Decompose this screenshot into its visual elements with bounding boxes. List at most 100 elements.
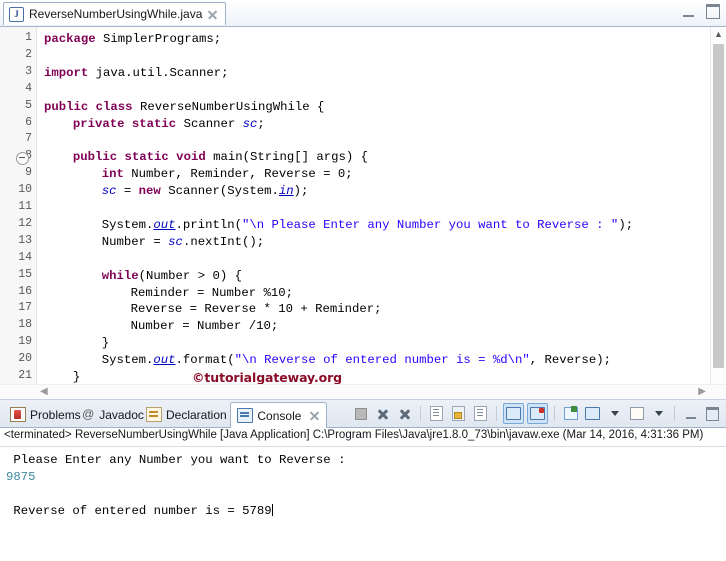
code-editor[interactable]: 12345678910111213141516171819202122 pack… xyxy=(0,27,726,400)
code-token: main(String[] args) { xyxy=(213,150,369,165)
maximize-icon xyxy=(706,406,719,421)
declaration-icon xyxy=(146,407,162,422)
code-token: sc xyxy=(101,184,117,199)
chevron-down-icon xyxy=(654,411,663,416)
javadoc-at-icon: @ xyxy=(82,407,95,421)
show-console-on-error-button[interactable] xyxy=(527,403,548,424)
bottom-tab-javadoc[interactable]: @ Javadoc xyxy=(75,403,150,426)
code-token: Scanner xyxy=(183,116,243,131)
console-out-icon xyxy=(506,407,521,420)
line-number: 3 xyxy=(25,64,32,78)
open-console-dropdown[interactable] xyxy=(649,404,668,423)
toolbar-separator xyxy=(496,406,497,421)
eclipse-ide-window: J ReverseNumberUsingWhile.java 123456789… xyxy=(0,0,726,561)
code-token: ; xyxy=(257,116,265,131)
line-number: 16 xyxy=(18,284,32,298)
minimize-panel-button[interactable] xyxy=(681,404,700,423)
clear-console-button[interactable] xyxy=(427,404,446,423)
line-number: 21 xyxy=(18,369,32,382)
code-token: out xyxy=(153,353,176,368)
display-selected-console-button[interactable] xyxy=(583,404,602,423)
line-number: 13 xyxy=(18,233,32,247)
code-token: new xyxy=(138,184,169,199)
java-file-icon: J xyxy=(9,6,24,22)
line-number: 10 xyxy=(18,183,32,197)
open-console-button[interactable] xyxy=(627,404,646,423)
display-selected-console-dropdown[interactable] xyxy=(605,404,624,423)
close-icon[interactable] xyxy=(309,410,320,421)
toolbar-separator xyxy=(554,406,555,421)
code-token: sc xyxy=(242,116,258,131)
code-line: Reverse = Reverse * 10 + Reminder; xyxy=(131,301,382,318)
toolbar-separator xyxy=(420,406,421,421)
editor-vertical-scrollbar[interactable]: ▲ ▼ xyxy=(710,27,726,399)
code-token: } xyxy=(72,370,81,384)
console-text: Reverse of entered number is = 5789 xyxy=(6,504,272,518)
bottom-tab-console[interactable]: Console xyxy=(230,402,328,429)
code-line: System.out.format("\n Reverse of entered… xyxy=(102,352,611,369)
scroll-lock-button[interactable] xyxy=(449,404,468,423)
minimize-icon[interactable] xyxy=(683,6,694,17)
text-cursor xyxy=(271,504,273,516)
code-token: .println( xyxy=(175,217,242,232)
line-number: 20 xyxy=(18,352,32,366)
code-token: Scanner(System. xyxy=(168,184,279,199)
code-token: , Reverse); xyxy=(529,353,611,368)
terminate-button[interactable] xyxy=(351,404,370,423)
maximize-panel-button[interactable] xyxy=(703,404,722,423)
word-wrap-icon xyxy=(474,406,487,421)
code-token: (Number > 0) { xyxy=(138,268,242,283)
scroll-up-icon[interactable]: ▲ xyxy=(711,27,726,42)
code-token: int xyxy=(101,167,132,182)
code-token: package xyxy=(44,32,104,46)
editor-horizontal-scrollbar[interactable]: ◀ ▶ xyxy=(0,384,726,399)
code-token: = xyxy=(116,184,139,199)
vertical-scrollbar-thumb[interactable] xyxy=(713,44,724,368)
bottom-tab-label: Console xyxy=(257,408,302,423)
line-number: 6 xyxy=(25,115,32,129)
console-input-line: 9875 xyxy=(6,470,36,484)
line-number: 2 xyxy=(25,47,32,61)
code-token: public class xyxy=(44,99,140,114)
code-token: Reverse = Reverse * 10 + Reminder; xyxy=(130,302,382,317)
code-token: private static xyxy=(72,116,184,131)
code-token: while xyxy=(101,268,139,283)
line-number: 11 xyxy=(18,200,32,213)
line-number: 9 xyxy=(25,166,32,180)
remove-launch-button[interactable] xyxy=(373,404,392,423)
maximize-icon[interactable] xyxy=(706,4,720,19)
code-line: } xyxy=(102,335,109,352)
pin-console-button[interactable] xyxy=(561,404,580,423)
fold-collapse-icon[interactable] xyxy=(16,152,29,166)
x-icon xyxy=(377,408,389,420)
code-text-area[interactable]: package SimplerPrograms; import java.util… xyxy=(36,27,710,399)
console-view[interactable]: <terminated> ReverseNumberUsingWhile [Ja… xyxy=(0,428,726,561)
bottom-panel-tab-strip: Problems @ Javadoc Declaration Console xyxy=(0,400,726,429)
code-line: Number = sc.nextInt(); xyxy=(102,234,264,251)
code-token: public static void xyxy=(72,150,214,165)
show-console-on-output-button[interactable] xyxy=(503,403,524,424)
scroll-right-icon[interactable]: ▶ xyxy=(698,386,706,397)
bottom-tab-declaration[interactable]: Declaration xyxy=(140,403,233,426)
line-number: 7 xyxy=(25,132,32,146)
code-token: .format( xyxy=(175,353,235,368)
scroll-left-icon[interactable]: ◀ xyxy=(40,386,48,397)
chevron-down-icon xyxy=(610,411,619,416)
remove-all-launches-button[interactable] xyxy=(395,404,414,423)
code-token: .nextInt(); xyxy=(182,234,265,249)
word-wrap-button[interactable] xyxy=(471,404,490,423)
code-token: "\n Please Enter any Number you want to … xyxy=(241,217,619,232)
console-status-line: <terminated> ReverseNumberUsingWhile [Ja… xyxy=(4,429,704,441)
console-output-line: Please Enter any Number you want to Reve… xyxy=(6,453,353,467)
editor-tab-reversenumberusingwhile[interactable]: J ReverseNumberUsingWhile.java xyxy=(3,2,227,25)
code-line: Reminder = Number %10; xyxy=(131,285,293,302)
line-number: 5 xyxy=(25,98,32,112)
line-number: 14 xyxy=(18,250,32,264)
window-controls xyxy=(683,4,720,19)
clear-console-icon xyxy=(430,406,443,421)
console-icon xyxy=(237,408,254,423)
console-toolbar xyxy=(351,403,722,424)
code-line: int Number, Reminder, Reverse = 0; xyxy=(102,166,353,183)
line-number: 12 xyxy=(18,216,32,230)
close-icon[interactable] xyxy=(207,9,218,20)
